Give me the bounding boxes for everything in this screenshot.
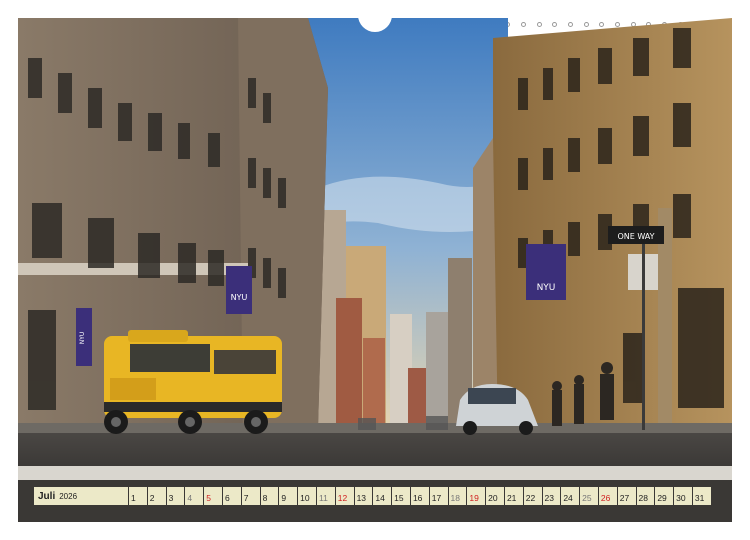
day-cell: 20 — [486, 487, 504, 505]
nyu-flag-2: NYU — [76, 308, 92, 366]
month-label: Juli 2026 — [34, 487, 128, 505]
day-cell: 7 — [241, 487, 260, 505]
day-cell: 15 — [392, 487, 410, 505]
day-cell: 21 — [504, 487, 523, 505]
day-cell: 17 — [429, 487, 448, 505]
day-cell: 11 — [316, 487, 335, 505]
day-cell: 28 — [636, 487, 655, 505]
svg-text:NYU: NYU — [231, 293, 248, 302]
curb — [18, 466, 732, 480]
day-cell: 18 — [448, 487, 467, 505]
day-cell: 14 — [373, 487, 392, 505]
day-cell: 27 — [617, 487, 636, 505]
nyu-flag-1: NYU — [226, 266, 252, 314]
svg-text:ONE WAY: ONE WAY — [617, 232, 654, 241]
day-cell: 3 — [166, 487, 185, 505]
month-year: 2026 — [59, 491, 78, 501]
day-cell: 6 — [222, 487, 241, 505]
day-cell: 8 — [260, 487, 279, 505]
day-cell: 19 — [467, 487, 486, 505]
day-cell: 23 — [542, 487, 561, 505]
day-cell: 13 — [354, 487, 373, 505]
day-cell: 25 — [580, 487, 598, 505]
day-cell: 12 — [335, 487, 354, 505]
street-photo: NYU NYU NYU ONE WAY — [18, 18, 732, 522]
svg-text:NYU: NYU — [537, 283, 556, 293]
day-cell: 24 — [561, 487, 580, 505]
day-cell: 10 — [298, 487, 316, 505]
calendar-strip: Juli 2026 1 2 3 4 5 6 7 8 9 10 11 12 13 14 15 16 17 18 19 2… — [34, 487, 711, 505]
day-cell: 1 — [129, 487, 147, 505]
day-cell: 29 — [655, 487, 674, 505]
day-cell: 26 — [598, 487, 617, 505]
day-cell: 4 — [185, 487, 204, 505]
day-cell: 30 — [674, 487, 692, 505]
month-name: Juli — [38, 490, 56, 502]
day-cell: 5 — [204, 487, 222, 505]
day-cell: 22 — [523, 487, 542, 505]
day-cell: 9 — [279, 487, 298, 505]
day-cell: 16 — [410, 487, 429, 505]
nyu-flag-3: NYU — [526, 244, 566, 300]
day-cell: 31 — [692, 487, 711, 505]
svg-text:NYU: NYU — [79, 332, 86, 345]
day-cell: 2 — [147, 487, 166, 505]
